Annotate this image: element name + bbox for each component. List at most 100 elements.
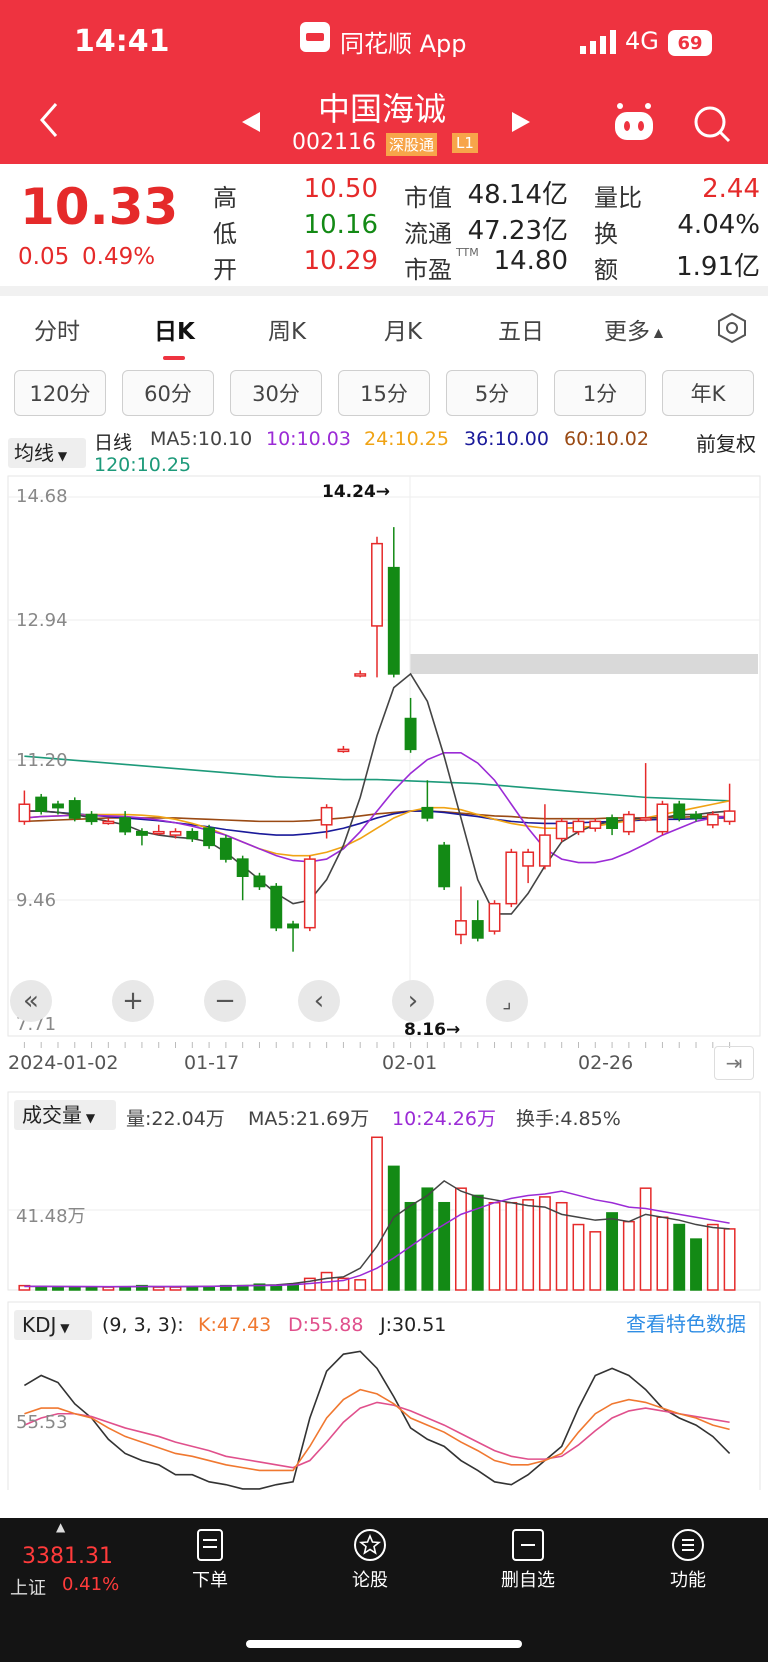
mcap-label: 市值 [404,184,452,212]
nav-order[interactable]: 下单 [150,1528,270,1592]
candle-body [52,803,64,809]
index-pct[interactable]: 0.41% [62,1574,119,1595]
candle-body [303,858,316,929]
candle-body [18,803,31,823]
candle-body [538,834,551,867]
candle-body [387,566,400,675]
price-change: 0.05 [18,244,70,270]
app-header: 14:41 同花顺 App 4G 69 中国海诚 002116 深股通 L1 [0,0,768,164]
nav-remove-watchlist[interactable]: 删自选 [468,1528,588,1592]
candle-body [404,717,417,751]
pe-label: 市盈 [404,256,452,284]
search-icon[interactable] [692,104,732,144]
ma-select[interactable]: 均线 ▼ [8,438,86,468]
app-logo-icon [300,22,330,52]
volume-ratio-value: 2.44 [702,174,760,204]
period-5min[interactable]: 5分 [446,370,538,416]
scroll-right-button[interactable]: › [392,980,434,1022]
kdj-d-value: D:55.88 [288,1314,364,1336]
jump-latest-button[interactable]: ⇥ [714,1046,754,1080]
low-value: 10.16 [303,210,378,240]
battery-level: 69 [677,32,703,54]
fullscreen-icon: ⌟ [502,989,512,1013]
index-up-icon: ▲ [56,1520,66,1534]
candle-body [253,875,266,888]
ma60-value: 60:10.02 [564,428,649,450]
volume-bar [572,1223,585,1291]
candle-body [287,923,300,929]
nav-functions[interactable]: 功能 [628,1528,748,1592]
next-stock-icon[interactable] [510,110,532,134]
ma5-line [24,672,730,915]
price-panel-frame [7,475,761,1037]
nav-functions-label: 功能 [670,1570,706,1591]
index-name[interactable]: 上证 [10,1574,46,1600]
order-doc-icon [197,1529,223,1561]
tab-intraday[interactable]: 分时 [34,312,80,346]
ma120-line [24,755,730,802]
tab-weekly-k[interactable]: 周K [268,312,306,346]
active-tab-indicator [163,356,185,360]
volume-bar [387,1165,400,1291]
robot-assistant-icon[interactable] [612,102,656,142]
nav-order-label: 下单 [192,1570,228,1591]
period-year-k[interactable]: 年K [662,370,754,416]
nav-forum[interactable]: 论股 [310,1528,430,1592]
chevron-right-icon: › [407,986,419,1016]
kline-kind: 日线 [94,432,133,454]
fast-back-button[interactable]: « [10,980,52,1022]
min-price-note: 8.16→ [404,1020,461,1040]
gap-band [410,654,758,674]
candle-body [119,817,132,833]
candle-body [673,803,686,819]
date-tick-1: 2024-01-02 [8,1052,119,1074]
volume-bar [622,1220,635,1291]
candle-body [690,813,702,819]
prev-stock-icon[interactable] [240,110,262,134]
tab-monthly-k[interactable]: 月K [384,312,422,346]
mcap-value: 48.14亿 [467,180,568,210]
index-value[interactable]: 3381.31 [22,1544,113,1569]
volume-value: 量:22.04万 [126,1108,225,1130]
tab-five-day[interactable]: 五日 [498,312,544,346]
candle-body [270,885,283,929]
date-tick-2: 01-17 [184,1052,240,1074]
period-30min[interactable]: 30分 [230,370,322,416]
candle-body [589,820,602,829]
period-120min[interactable]: 120分 [14,370,106,416]
kdj-select[interactable]: KDJ ▼ [14,1310,92,1340]
fullscreen-button[interactable]: ⌟ [486,980,528,1022]
adjust-mode[interactable]: 前复权 [696,428,756,457]
kdj-k-value: K:47.43 [198,1314,272,1336]
candle-body [236,858,249,877]
tab-daily-k[interactable]: 日K [154,312,195,346]
tab-more[interactable]: 更多 ▲ [604,312,663,346]
volume-bar [354,1279,367,1291]
nav-remove-watchlist-label: 删自选 [501,1570,555,1591]
signal-icon [580,30,616,54]
period-1min[interactable]: 1分 [554,370,646,416]
volume-ma10: 10:24.26万 [392,1108,496,1130]
minus-icon: − [214,986,236,1016]
settings-hexagon-icon[interactable] [716,312,748,344]
volume-bar [371,1136,383,1291]
period-15min[interactable]: 15分 [338,370,430,416]
volume-bar [488,1201,501,1291]
zoom-in-button[interactable]: + [112,980,154,1022]
home-indicator [246,1640,522,1648]
dropdown-icon: ▼ [56,1321,70,1335]
period-60min[interactable]: 60分 [122,370,214,416]
volume-bar [203,1286,216,1291]
kline-chart[interactable] [0,474,768,1490]
ma5-value: MA5:10.10 [150,428,253,450]
back-icon[interactable] [36,100,62,140]
volume-select[interactable]: 成交量 ▼ [14,1100,116,1130]
candle-body [203,827,216,847]
zoom-out-button[interactable]: − [204,980,246,1022]
volume-bar [656,1216,669,1291]
date-tick-4: 02-26 [578,1052,634,1074]
price-change-pct: 0.49% [82,244,156,270]
scroll-left-button[interactable]: ‹ [298,980,340,1022]
volume-bar [68,1286,81,1291]
feature-data-link[interactable]: 查看特色数据 [626,1308,746,1337]
